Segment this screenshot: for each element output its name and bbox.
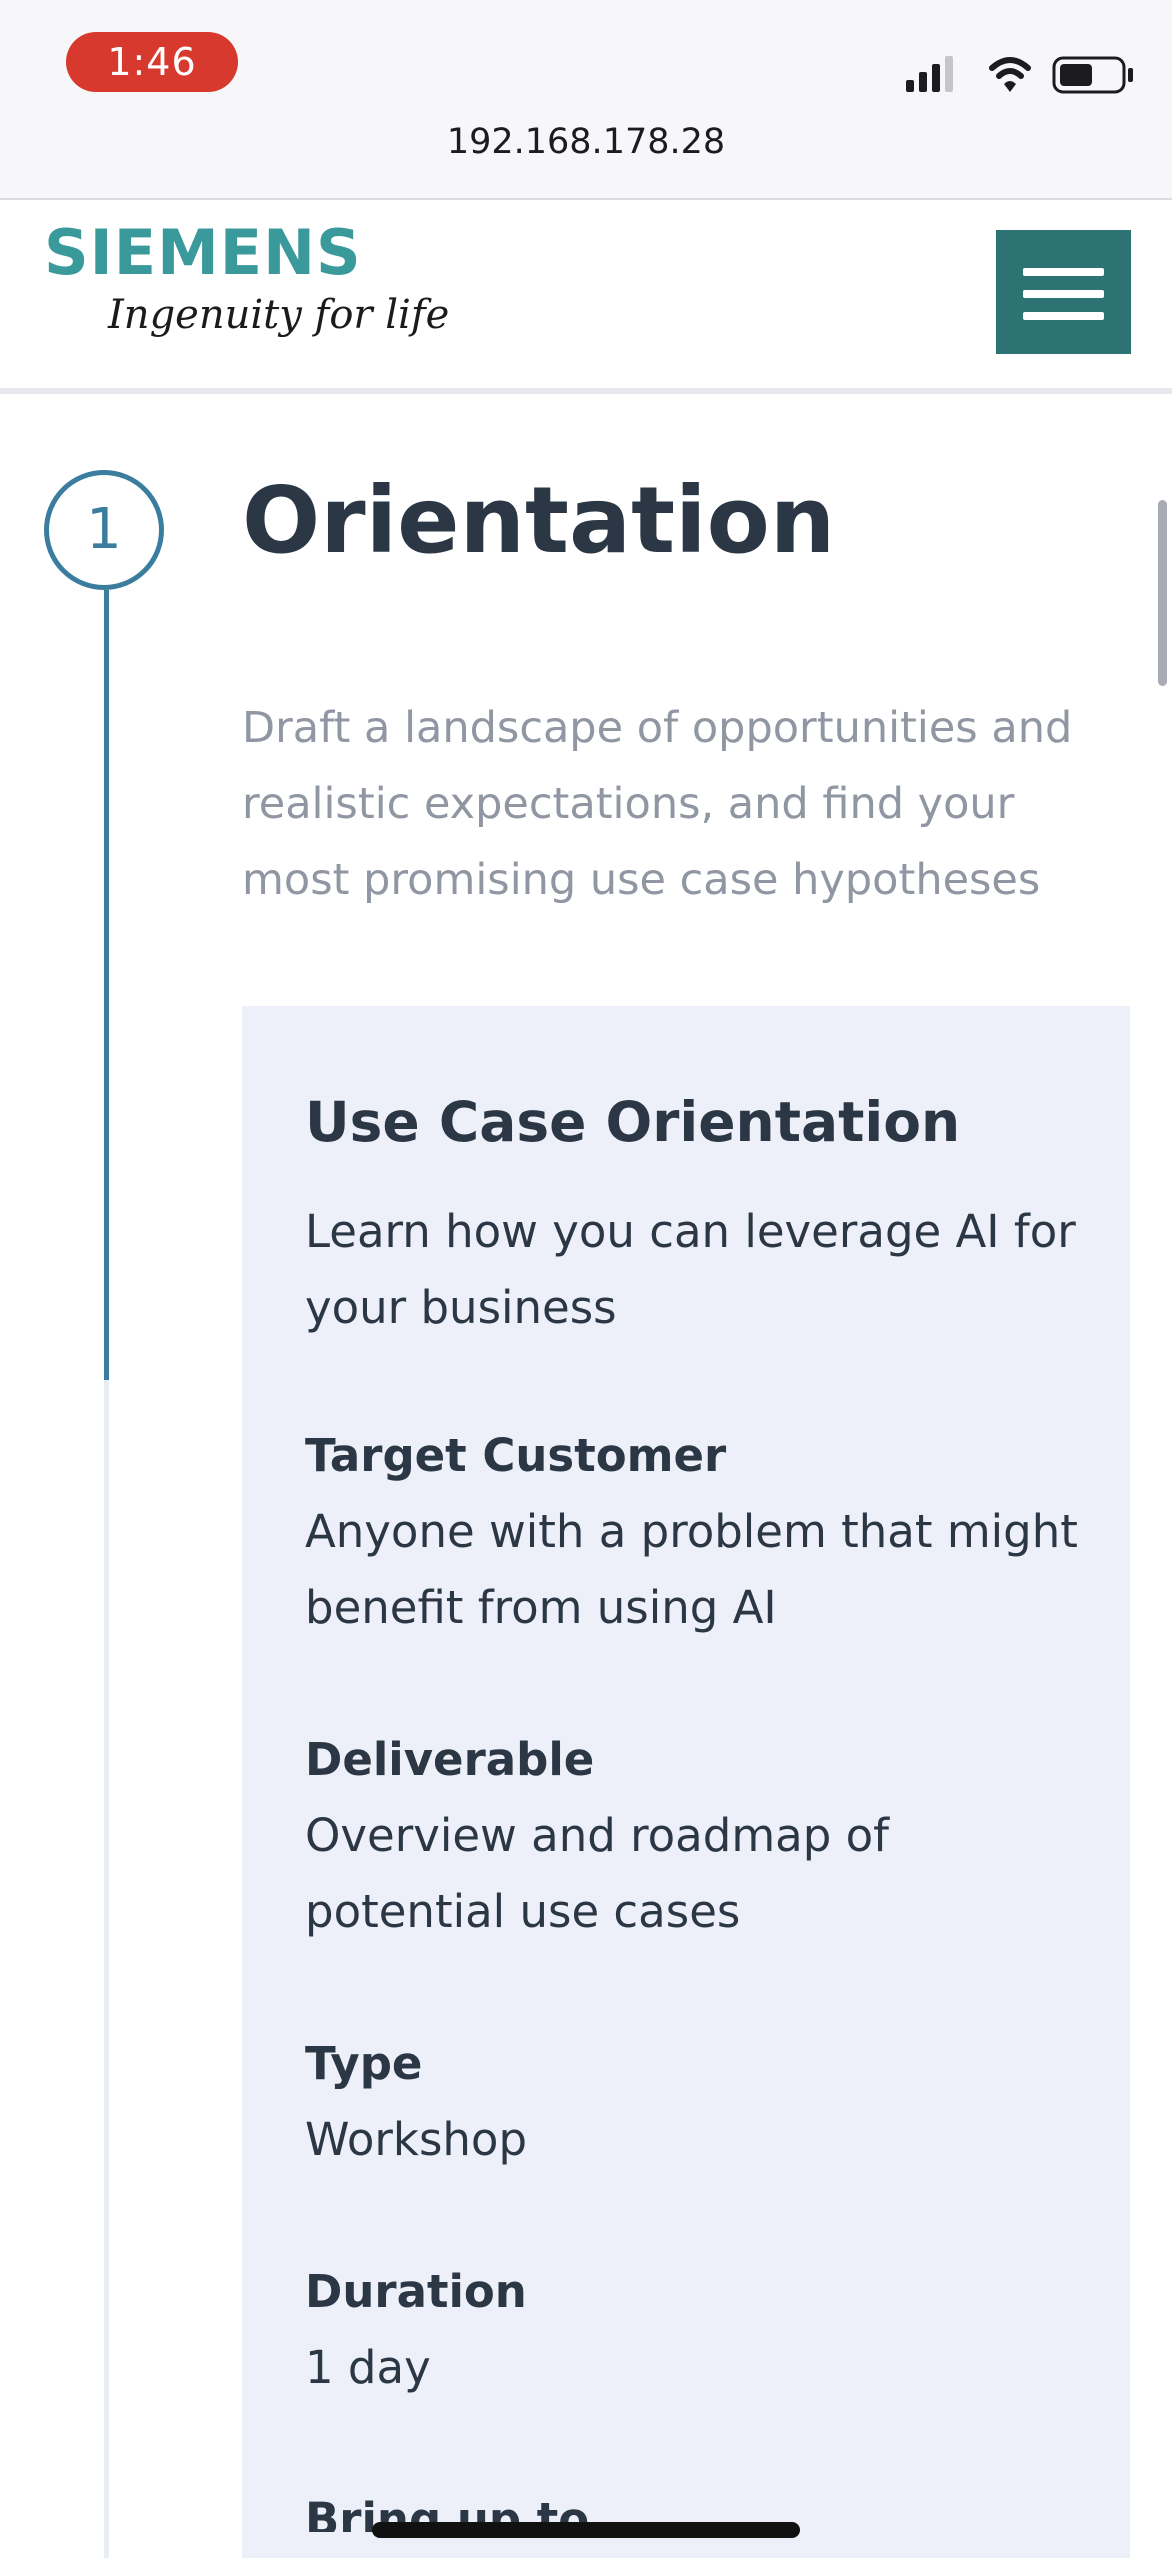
address-bar-url[interactable]: 192.168.178.28 bbox=[0, 122, 1172, 162]
battery-icon bbox=[1052, 56, 1133, 94]
step-number-badge: 1 bbox=[44, 470, 164, 590]
status-bar: 1:46 192.168.178.28 bbox=[0, 0, 1172, 198]
field-target-customer: Target Customer Anyone with a problem th… bbox=[305, 1418, 1095, 1646]
timeline-track bbox=[104, 1380, 109, 2558]
field-deliverable: Deliverable Overview and roadmap of pote… bbox=[305, 1722, 1095, 1950]
card-description: Learn how you can leverage AI for your b… bbox=[305, 1205, 1076, 1334]
offer-card: Use Case Orientation Learn how you can l… bbox=[242, 1006, 1130, 2558]
field-label: Target Customer bbox=[305, 1429, 727, 1482]
field-label: Type bbox=[305, 2037, 423, 2090]
field-duration: Duration 1 day bbox=[305, 2254, 1095, 2406]
logo-wordmark: SIEMENS bbox=[44, 216, 362, 289]
field-value: Workshop bbox=[305, 2113, 528, 2166]
card-title: Use Case Orientation bbox=[305, 1090, 961, 1154]
signal-icon bbox=[906, 56, 953, 92]
section-subtitle: Draft a landscape of opportunities and r… bbox=[242, 703, 1073, 905]
field-value: Anyone with a problem that might benefit… bbox=[305, 1505, 1078, 1634]
section-title: Orientation bbox=[242, 467, 836, 574]
field-label: Deliverable bbox=[305, 1733, 595, 1786]
home-indicator[interactable] bbox=[372, 2522, 800, 2538]
system-status-icons bbox=[906, 56, 1133, 94]
field-value: 1 day bbox=[305, 2341, 431, 2394]
logo-tagline: Ingenuity for life bbox=[108, 292, 450, 338]
wifi-icon bbox=[989, 57, 1031, 92]
site-header: SIEMENS Ingenuity for life bbox=[0, 200, 1172, 388]
header-divider bbox=[0, 388, 1172, 394]
scrollbar-thumb[interactable] bbox=[1158, 500, 1167, 686]
field-type: Type Workshop bbox=[305, 2026, 1095, 2178]
timeline-progress bbox=[104, 590, 109, 1380]
menu-button[interactable] bbox=[996, 230, 1131, 354]
field-label: Duration bbox=[305, 2265, 527, 2318]
clock-time: 1:46 bbox=[66, 32, 238, 92]
field-value: Overview and roadmap of potential use ca… bbox=[305, 1809, 889, 1938]
